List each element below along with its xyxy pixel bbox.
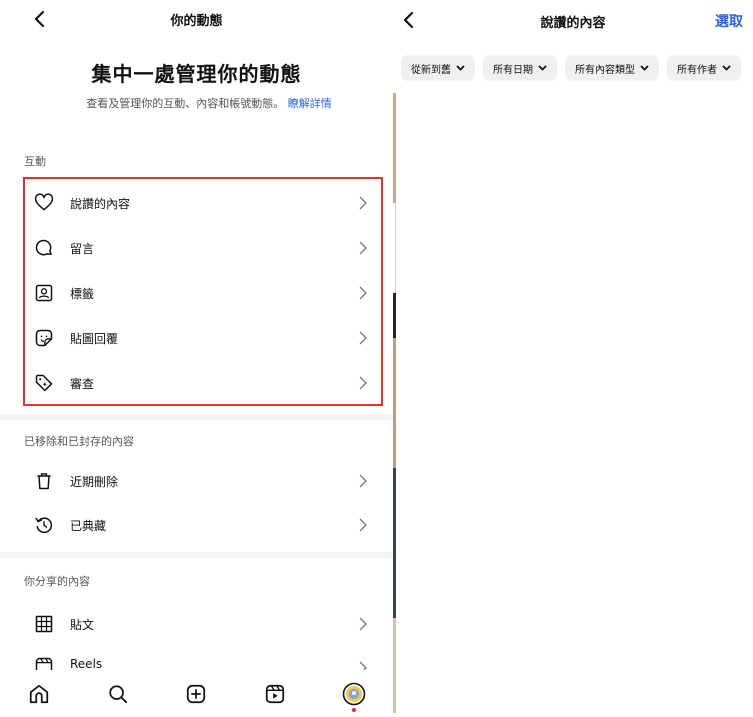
row-sticker-replies[interactable]: 貼圖回覆 — [24, 316, 380, 360]
tag-portrait-icon — [32, 281, 56, 305]
section-heading-interactions: 互動 — [24, 155, 46, 168]
row-likes[interactable]: 說讚的內容 — [24, 181, 380, 225]
create-icon[interactable] — [180, 678, 212, 710]
sticker-icon — [32, 326, 56, 350]
row-label: 近期刪除 — [70, 474, 119, 489]
hero-description-text: 查看及管理你的互動、內容和帳號動態。 — [86, 97, 285, 110]
row-label: 貼圖回覆 — [70, 331, 119, 346]
trash-icon — [32, 469, 56, 493]
chevron-right-icon — [359, 376, 367, 390]
row-label: Reels — [70, 657, 103, 670]
chevron-down-icon — [538, 65, 547, 71]
grid-icon — [32, 612, 56, 636]
chevron-down-icon — [722, 65, 731, 71]
page-title: 你的動態 — [170, 14, 223, 29]
thumbnail-edge — [393, 468, 396, 618]
chevron-right-icon — [359, 518, 367, 532]
your-activity-screen: 你的動態 集中一處管理你的動態 查看及管理你的互動、內容和帳號動態。 瞭解詳情 … — [0, 0, 393, 717]
row-label: 審查 — [70, 376, 95, 391]
section-heading-removed: 已移除和已封存的內容 — [24, 435, 134, 448]
section-divider — [0, 552, 393, 558]
filter-content-type[interactable]: 所有內容類型 — [565, 55, 659, 81]
thumbnail-edge — [393, 338, 396, 468]
chevron-right-icon — [359, 617, 367, 631]
thumbnail-edge — [393, 618, 396, 713]
comment-icon — [32, 236, 56, 260]
row-tags[interactable]: 標籤 — [24, 271, 380, 315]
row-label: 貼文 — [70, 617, 95, 632]
row-label: 說讚的內容 — [70, 196, 131, 211]
filter-bar: 從新到舊 所有日期 所有內容類型 所有作者 — [401, 55, 741, 81]
filter-date[interactable]: 所有日期 — [483, 55, 557, 81]
select-button[interactable]: 選取 — [715, 11, 743, 31]
row-comments[interactable]: 留言 — [24, 226, 380, 270]
chevron-right-icon — [359, 474, 367, 488]
review-tag-icon — [32, 371, 56, 395]
filter-sort[interactable]: 從新到舊 — [401, 55, 475, 81]
notification-dot — [351, 707, 356, 712]
header-bar: 你的動態 — [0, 0, 393, 40]
chevron-right-icon — [359, 286, 367, 300]
chip-label: 所有作者 — [677, 64, 717, 76]
home-icon[interactable] — [23, 678, 55, 710]
row-posts[interactable]: 貼文 — [24, 602, 380, 646]
liked-content-grid[interactable] — [393, 93, 753, 713]
row-review[interactable]: 審查 — [24, 361, 380, 405]
archive-clock-icon — [32, 513, 56, 537]
learn-more-link[interactable]: 瞭解詳情 — [288, 97, 332, 110]
hero-description: 查看及管理你的互動、內容和帳號動態。 瞭解詳情 — [76, 96, 342, 111]
chip-label: 從新到舊 — [411, 64, 451, 76]
thumbnail-edge — [393, 93, 396, 203]
chevron-right-icon — [359, 241, 367, 255]
reels-icon — [32, 654, 56, 670]
reels-icon[interactable] — [259, 678, 291, 710]
row-reels[interactable]: Reels — [24, 646, 380, 670]
page-title: 說讚的內容 — [540, 16, 606, 31]
row-recently-deleted[interactable]: 近期刪除 — [24, 459, 380, 503]
likes-screen: 說讚的內容 選取 從新到舊 所有日期 所有內容類型 所有作者 — [393, 0, 753, 717]
search-icon[interactable] — [102, 678, 134, 710]
filter-author[interactable]: 所有作者 — [667, 55, 741, 81]
row-label: 標籤 — [70, 286, 95, 301]
chevron-right-icon — [359, 196, 367, 210]
chip-label: 所有日期 — [493, 64, 533, 76]
chevron-down-icon — [456, 65, 465, 71]
section-heading-shared: 你分享的內容 — [24, 575, 90, 588]
chevron-down-icon — [640, 65, 649, 71]
profile-avatar[interactable] — [338, 678, 370, 712]
chevron-right-icon — [359, 661, 367, 670]
row-archived[interactable]: 已典藏 — [24, 503, 380, 547]
row-label: 已典藏 — [70, 518, 107, 533]
section-divider — [0, 414, 393, 420]
heart-icon — [32, 191, 56, 215]
chip-label: 所有內容類型 — [575, 64, 635, 76]
thumbnail-edge — [393, 293, 396, 338]
bottom-nav — [0, 670, 393, 717]
hero-title: 集中一處管理你的動態 — [91, 62, 302, 86]
row-label: 留言 — [70, 241, 95, 256]
chevron-right-icon — [359, 331, 367, 345]
